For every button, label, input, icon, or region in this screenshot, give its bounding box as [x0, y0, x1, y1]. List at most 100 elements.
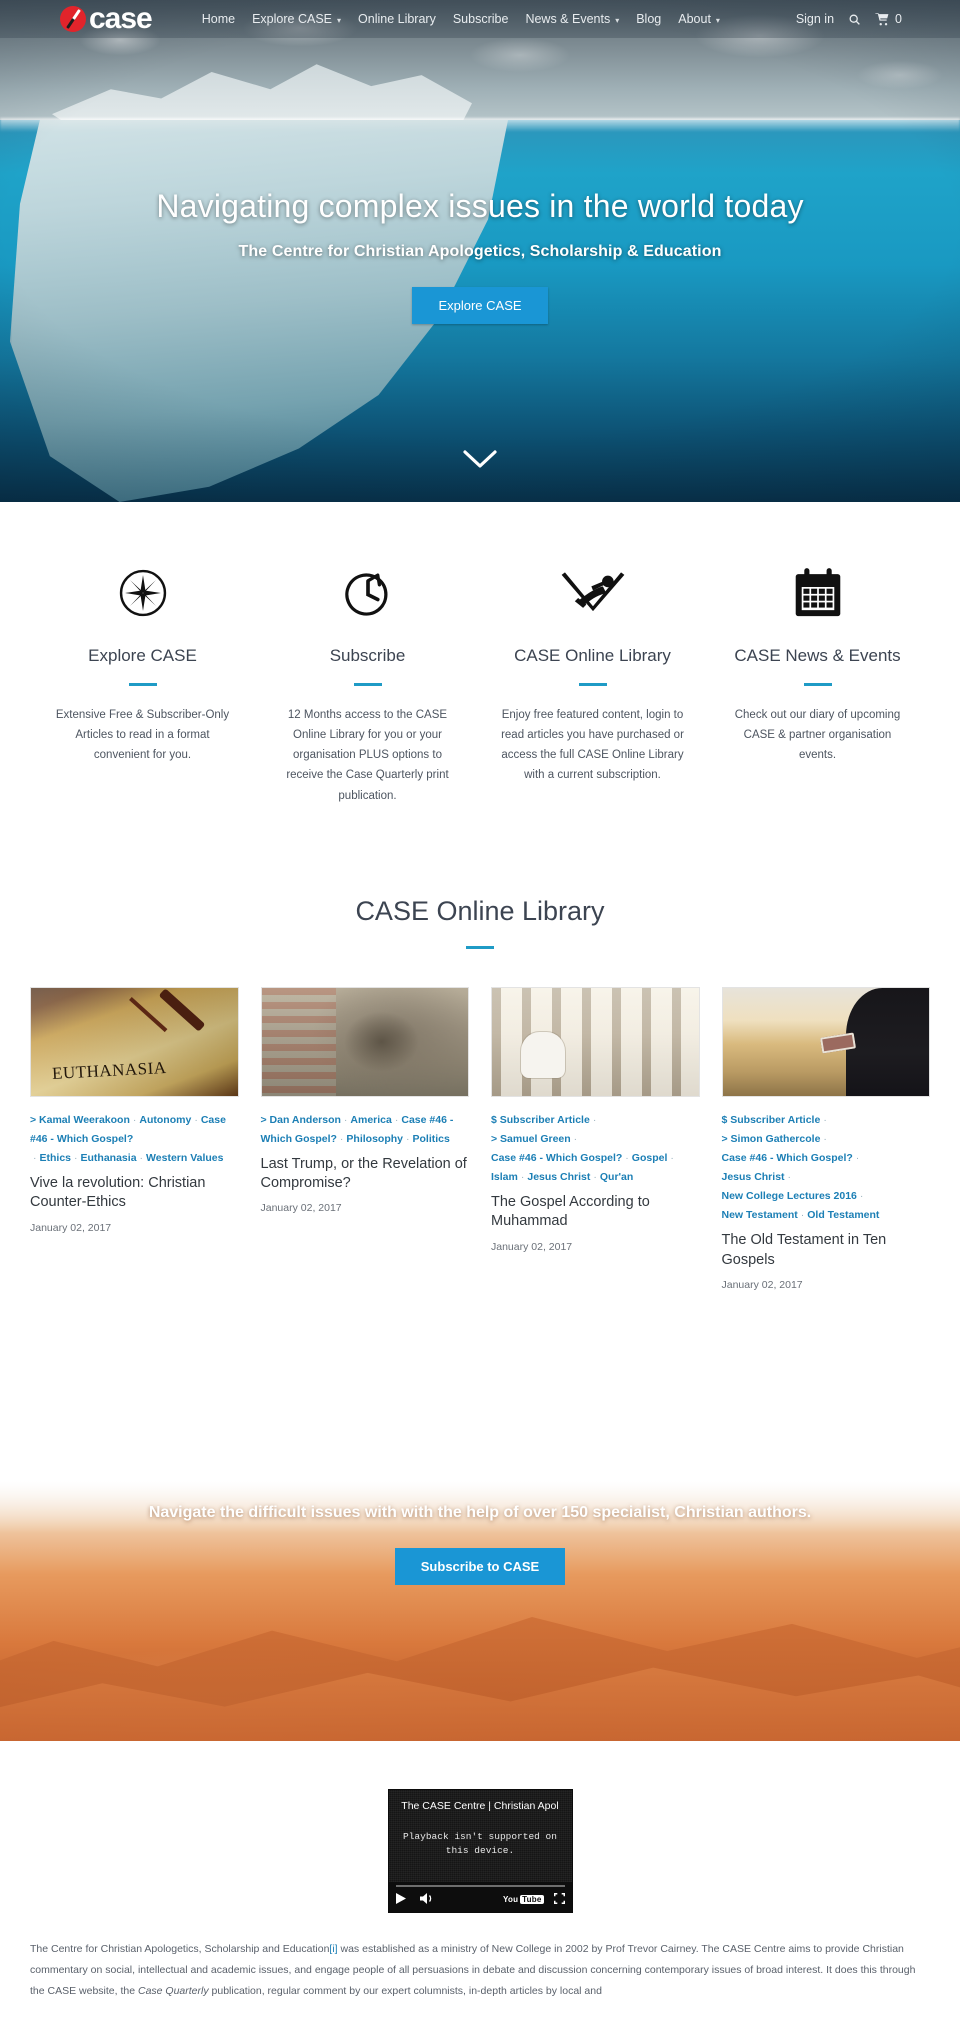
tag-separator: · [132, 1113, 137, 1126]
footer-publication-title: Case Quarterly [137, 1984, 209, 1997]
nav-label: Home [201, 12, 236, 26]
tag-separator: · [394, 1113, 399, 1126]
tag-separator: · [194, 1113, 198, 1126]
video-title: The CASE Centre | Christian Apol [401, 1799, 559, 1812]
article-date: January 02, 2017 [30, 1221, 112, 1234]
article-tag[interactable]: Case #46 - Which Gospel? [491, 1152, 622, 1164]
hero-content: Navigating complex issues in the world t… [0, 0, 960, 502]
article-thumbnail[interactable] [30, 986, 239, 1097]
footer-section: The CASE Centre | Christian Apol Playbac… [0, 1740, 960, 2032]
calendar-icon [725, 562, 910, 624]
article-tag[interactable]: > Samuel Green [491, 1133, 571, 1145]
article-card[interactable]: $ Subscriber Article · > Simon Gathercole ·… [721, 986, 931, 1291]
article-tag[interactable]: Gospel [632, 1152, 668, 1164]
video-message: Playback isn't supported on this device. [403, 1830, 557, 1856]
youtube-logo-icon[interactable]: You Tube [503, 1895, 544, 1905]
article-card[interactable]: > Kamal Weerakoon·Autonomy·Case #46 - Wh… [30, 986, 239, 1234]
article-tag[interactable]: Ethics [40, 1152, 72, 1164]
tag-separator: · [343, 1113, 348, 1126]
feature-case-online-library[interactable]: CASE Online Library Enjoy free featured … [480, 562, 705, 806]
article-tag[interactable]: New Testament [722, 1209, 798, 1221]
feature-divider [353, 683, 382, 686]
article-tag[interactable]: Jesus Christ [527, 1171, 590, 1183]
header-actions: Sign in 0 [796, 12, 902, 26]
explore-case-button[interactable]: Explore CASE [412, 287, 548, 324]
nav-item-home[interactable]: Home [202, 12, 235, 26]
tag-separator: · [139, 1151, 144, 1164]
article-tag[interactable]: Case #46 - Which Gospel? [722, 1152, 853, 1164]
compass-icon [50, 562, 235, 624]
article-card[interactable]: $ Subscriber Article · > Samuel Green · Case… [491, 986, 700, 1253]
nav-item-about[interactable]: About ▾ [678, 12, 720, 26]
nav-label: About [678, 12, 711, 26]
article-thumbnail[interactable] [491, 986, 700, 1097]
nav-item-online-library[interactable]: Online Library [358, 12, 436, 26]
article-tag[interactable]: > Simon Gathercole [722, 1133, 821, 1145]
article-tag[interactable]: New College Lectures 2016 [722, 1190, 857, 1202]
footer-para-1: The Centre for Christian Apologetics, Sc… [30, 1942, 330, 1955]
feature-description: Enjoy free featured content, login to re… [501, 709, 684, 782]
sign-in-link[interactable]: Sign in [796, 12, 834, 26]
article-title[interactable]: Last Trump, or the Revelation of Comprom… [261, 1155, 470, 1194]
article-title[interactable]: The Gospel According to Muhammad [491, 1193, 700, 1232]
article-tag[interactable]: Philosophy [346, 1133, 403, 1145]
chevron-down-icon: ▾ [715, 15, 720, 25]
article-title[interactable]: The Old Testament in Ten Gospels [722, 1231, 931, 1270]
article-tag[interactable]: Western Values [146, 1152, 223, 1164]
article-tag[interactable]: > Dan Anderson [261, 1114, 341, 1126]
footnote-link[interactable]: [i] [329, 1943, 337, 1955]
article-tag[interactable]: $ Subscriber Article [491, 1114, 590, 1126]
tag-separator: · [670, 1151, 674, 1164]
tag-separator: · [520, 1170, 525, 1183]
site-logo[interactable]: case [60, 4, 153, 34]
volume-icon[interactable] [419, 1891, 434, 1909]
article-tag[interactable]: Politics [413, 1133, 450, 1145]
search-icon[interactable] [848, 13, 861, 26]
article-tags: > Kamal Weerakoon · Autonomy · Case #46 - Wh… [30, 1111, 239, 1168]
article-date: January 02, 2017 [260, 1202, 342, 1215]
subscribe-to-case-button[interactable]: Subscribe to CASE [394, 1547, 566, 1585]
hero-subtitle: The Centre for Christian Apologetics, Sc… [238, 243, 722, 260]
fullscreen-icon[interactable] [553, 1891, 565, 1909]
cart-icon [875, 12, 889, 25]
article-tag[interactable]: America [350, 1114, 391, 1126]
article-thumbnail[interactable] [260, 986, 469, 1097]
article-thumbnail[interactable] [721, 986, 930, 1097]
article-tag[interactable]: $ Subscriber Article [722, 1114, 821, 1126]
nav-item-news-events[interactable]: News & Events ▾ [525, 12, 619, 26]
clock-arrow-icon [275, 562, 460, 624]
article-tag[interactable]: > Kamal Weerakoon [30, 1114, 130, 1126]
tag-separator: · [859, 1190, 864, 1203]
article-tag[interactable]: Qur'an [600, 1171, 633, 1183]
article-tag[interactable]: Islam [491, 1171, 518, 1183]
nav-item-explore-case[interactable]: Explore CASE ▾ [252, 12, 341, 26]
scroll-down-chevron-icon[interactable] [462, 448, 498, 475]
feature-explore-case[interactable]: Explore CASE Extensive Free & Subscriber… [30, 562, 255, 806]
nav-item-blog[interactable]: Blog [636, 12, 661, 26]
video-stage[interactable]: The CASE Centre | Christian Apol Playbac… [388, 1789, 572, 1882]
features-section: Explore CASE Extensive Free & Subscriber… [0, 502, 960, 856]
play-icon[interactable] [395, 1891, 406, 1909]
article-tag[interactable]: Jesus Christ [722, 1171, 785, 1183]
article-tag[interactable]: Autonomy [139, 1114, 191, 1126]
nav-item-subscribe[interactable]: Subscribe [453, 12, 509, 26]
tag-separator: · [625, 1151, 629, 1164]
feature-subscribe[interactable]: Subscribe 12 Months access to the CASE O… [255, 562, 480, 806]
feature-case-news-events[interactable]: CASE News & Events Check out our diary o… [705, 562, 930, 806]
feature-description: Check out our diary of upcoming CASE & p… [734, 709, 901, 762]
article-card[interactable]: > Dan Anderson · America · Case #46 - Which … [260, 986, 470, 1215]
library-section: CASE Online Library > Kamal Weerakoon·Au… [0, 855, 960, 1291]
feature-description: 12 Months access to the CASE Online Libr… [286, 709, 449, 802]
footer-para-3: publication, regular comment by our expe… [208, 1984, 602, 1997]
article-tag[interactable]: Euthanasia [81, 1152, 137, 1164]
feature-title: Explore CASE [88, 646, 197, 665]
article-tag[interactable]: Old Testament [807, 1209, 879, 1221]
footer-about-text: The Centre for Christian Apologetics, Sc… [0, 1913, 960, 2032]
nav-label: News & Events [525, 12, 611, 26]
youtube-tube-text: Tube [520, 1895, 544, 1905]
youtube-video-player[interactable]: The CASE Centre | Christian Apol Playbac… [387, 1788, 573, 1913]
video-progress-bar[interactable] [395, 1884, 565, 1887]
article-title[interactable]: Vive la revolution: Christian Counter-Et… [30, 1174, 239, 1213]
cart-button[interactable]: 0 [875, 12, 902, 26]
nav-label: Online Library [358, 12, 436, 26]
